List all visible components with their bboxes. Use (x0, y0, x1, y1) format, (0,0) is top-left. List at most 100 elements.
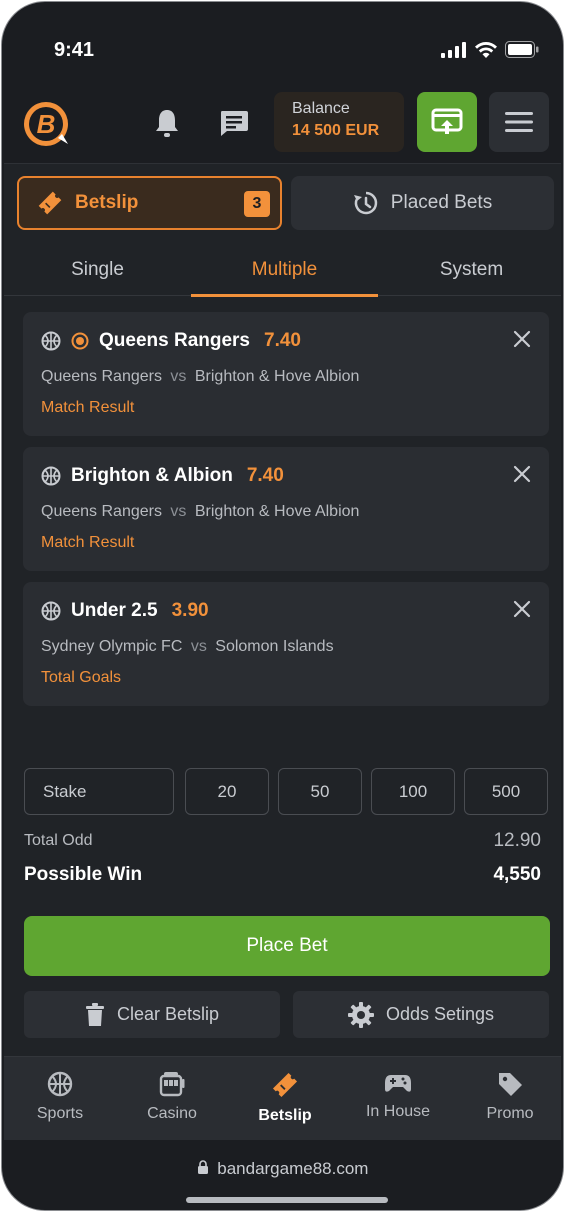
bottom-nav: Sports Casino Betslip In House Promo (4, 1056, 561, 1140)
quick-stake-button[interactable]: 500 (464, 768, 548, 815)
nav-in-house[interactable]: In House (342, 1057, 454, 1141)
nav-betslip-label: Betslip (258, 1107, 312, 1124)
remove-bet-close-icon[interactable] (511, 598, 533, 620)
basketball-icon (41, 601, 61, 621)
away-team: Solomon Islands (215, 638, 334, 655)
ticket-icon (38, 191, 62, 215)
hamburger-icon (505, 112, 533, 132)
home-team: Queens Rangers (41, 368, 162, 385)
bet-card-title: Under 2.5 3.90 (41, 600, 209, 622)
away-team: Brighton & Hove Albion (194, 368, 360, 385)
home-team: Sydney Olympic FC (41, 638, 183, 655)
bet-card-title: Queens Rangers 7.40 (41, 330, 301, 352)
total-odd-value: 12.90 (493, 830, 541, 851)
quick-stake-button[interactable]: 20 (185, 768, 269, 815)
tab-betslip-label: Betslip (75, 192, 139, 213)
nav-sports[interactable]: Sports (4, 1057, 116, 1141)
lock-icon (197, 1160, 208, 1174)
bell-icon (156, 110, 178, 137)
away-team: Brighton & Hove Albion (194, 503, 360, 520)
menu-button[interactable] (489, 92, 549, 152)
deposit-icon (431, 108, 463, 134)
balance-widget[interactable]: Balance 14 500 EUR (274, 92, 404, 152)
total-odd-label: Total Odd (24, 832, 93, 849)
bet-match: Queens Rangers vs Brighton & Hove Albion (41, 368, 359, 386)
url-display[interactable]: bandargame88.com (4, 1159, 561, 1179)
screen: 9:41 B Balance 14 500 EUR Betslip 3 Plac… (4, 4, 561, 1208)
tab-system[interactable]: System (378, 244, 561, 296)
vs-label: vs (190, 638, 207, 655)
basketball-icon (41, 466, 61, 486)
browser-url-bar: bandargame88.com (4, 1140, 561, 1208)
bet-card: Queens Rangers 7.40 Queens Rangers vs Br… (23, 312, 549, 436)
possible-win-label: Possible Win (24, 864, 143, 885)
tab-placed-bets[interactable]: Placed Bets (291, 176, 554, 230)
phone-frame: 9:41 B Balance 14 500 EUR Betslip 3 Plac… (1, 1, 564, 1211)
possible-win-value: 4,550 (493, 864, 541, 885)
slot-machine-icon (159, 1072, 185, 1097)
signal-icon (441, 41, 466, 58)
battery-icon (505, 41, 539, 58)
deposit-button[interactable] (417, 92, 477, 152)
trash-icon (85, 1002, 104, 1026)
bet-market: Total Goals (41, 669, 122, 686)
tab-placed-bets-label: Placed Bets (390, 192, 493, 213)
basketball-icon (47, 1071, 73, 1097)
nav-sports-label: Sports (36, 1105, 84, 1122)
vs-label: vs (170, 503, 187, 520)
balance-label: Balance (292, 100, 350, 117)
bet-type-tabs: Single Multiple System (4, 244, 561, 297)
status-icons (441, 41, 539, 58)
bet-card-title: Brighton & Albion 7.40 (41, 465, 284, 487)
quick-stake-button[interactable]: 50 (278, 768, 362, 815)
clear-betslip-button[interactable]: Clear Betslip (24, 991, 280, 1038)
brand-logo-icon[interactable]: B (22, 100, 72, 150)
bet-match: Sydney Olympic FC vs Solomon Islands (41, 638, 334, 656)
notifications-button[interactable] (149, 105, 185, 141)
nav-casino-label: Casino (147, 1105, 197, 1122)
bet-match: Queens Rangers vs Brighton & Hove Albion (41, 503, 359, 521)
history-icon (353, 191, 377, 215)
status-bar: 9:41 (4, 4, 561, 96)
chat-icon (221, 111, 248, 136)
live-indicator-icon (71, 332, 89, 350)
bet-card: Under 2.5 3.90 Sydney Olympic FC vs Solo… (23, 582, 549, 706)
bet-selection: Brighton & Albion (71, 465, 233, 486)
home-indicator[interactable] (186, 1197, 388, 1203)
odds-settings-button[interactable]: Odds Setings (293, 991, 549, 1038)
url-text: bandargame88.com (217, 1159, 369, 1178)
betslip-tabs: Betslip 3 Placed Bets (4, 164, 561, 236)
stake-input[interactable] (24, 768, 174, 815)
remove-bet-close-icon[interactable] (511, 328, 533, 350)
bet-odd: 7.40 (264, 330, 301, 351)
nav-in-house-label: In House (365, 1103, 431, 1120)
tab-multiple[interactable]: Multiple (191, 244, 378, 297)
bet-market: Match Result (41, 534, 135, 551)
place-bet-button[interactable]: Place Bet (24, 916, 550, 976)
nav-promo-label: Promo (486, 1105, 534, 1122)
clear-betslip-label: Clear Betslip (116, 1004, 220, 1024)
vs-label: vs (170, 368, 187, 385)
betslip-count-badge: 3 (244, 191, 270, 217)
tag-icon (499, 1073, 522, 1096)
nav-promo[interactable]: Promo (454, 1057, 561, 1141)
nav-betslip[interactable]: Betslip (229, 1057, 341, 1141)
quick-stake-button[interactable]: 100 (371, 768, 455, 815)
remove-bet-close-icon[interactable] (511, 463, 533, 485)
svg-text:B: B (37, 109, 56, 139)
basketball-icon (41, 331, 61, 351)
bet-selection: Queens Rangers (99, 330, 250, 351)
tab-single[interactable]: Single (4, 244, 191, 296)
gear-icon (347, 1001, 374, 1028)
bet-selection: Under 2.5 (71, 600, 158, 621)
bet-odd: 3.90 (171, 600, 209, 621)
balance-value: 14 500 EUR (292, 122, 380, 139)
nav-casino[interactable]: Casino (116, 1057, 228, 1141)
odds-settings-label: Odds Setings (385, 1004, 495, 1024)
gamepad-icon (385, 1075, 411, 1092)
bet-odd: 7.40 (246, 465, 284, 486)
bet-market: Match Result (41, 399, 135, 416)
wifi-icon (475, 41, 497, 58)
messages-button[interactable] (216, 105, 252, 141)
tab-betslip[interactable]: Betslip 3 (17, 176, 282, 230)
